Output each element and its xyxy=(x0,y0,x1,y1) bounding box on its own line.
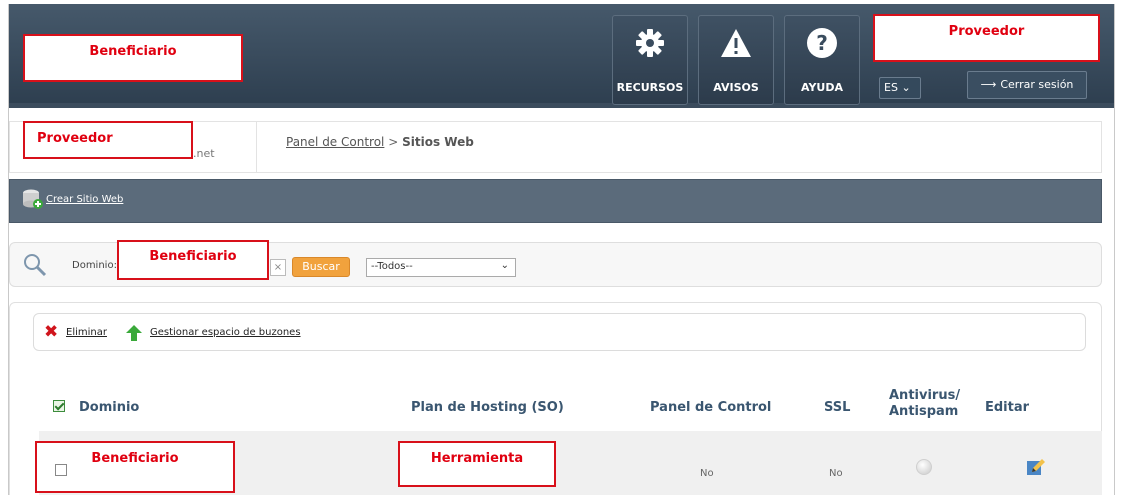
antivirus-status-icon xyxy=(916,459,932,475)
nav-recursos-button[interactable]: RECURSOS xyxy=(612,15,688,105)
breadcrumb-divider xyxy=(256,121,257,173)
svg-text:?: ? xyxy=(816,31,828,55)
logout-button[interactable]: ⟶ Cerrar sesión xyxy=(967,71,1087,99)
column-header-ssl: SSL xyxy=(824,400,851,415)
action-bar: Crear Sitio Web xyxy=(9,179,1102,223)
domain-label: Dominio: xyxy=(72,260,117,271)
column-header-edit: Editar xyxy=(985,400,1030,415)
breadcrumb-separator: > xyxy=(388,135,399,149)
plan-cell-annotation: Herramienta xyxy=(398,441,556,487)
nav-avisos-button[interactable]: AVISOS xyxy=(698,15,774,105)
beneficiary-annotation: Beneficiario xyxy=(23,34,243,82)
status-filter-select[interactable]: --Todos-- ⌄ xyxy=(366,258,516,277)
warning-icon xyxy=(721,29,751,57)
clear-search-button[interactable]: × xyxy=(270,259,286,276)
list-toolbar: ✖ Eliminar Gestionar espacio de buzones xyxy=(33,313,1086,351)
column-header-plan[interactable]: Plan de Hosting (SO) xyxy=(411,400,564,415)
row-checkbox[interactable] xyxy=(55,464,67,476)
language-value: ES xyxy=(884,81,898,94)
delete-link[interactable]: Eliminar xyxy=(66,327,107,338)
nav-label: AYUDA xyxy=(800,81,843,94)
filter-value: --Todos-- xyxy=(371,261,413,272)
breadcrumb: Panel de Control > Sitios Web xyxy=(286,135,474,149)
arrow-up-icon xyxy=(126,325,142,341)
create-website-icon xyxy=(23,189,43,209)
manage-mailbox-space-link[interactable]: Gestionar espacio de buzones xyxy=(150,327,301,338)
ssl-cell: No xyxy=(829,468,843,479)
search-input-annotation[interactable]: Beneficiario xyxy=(117,240,269,280)
nav-label: RECURSOS xyxy=(616,81,684,94)
delete-icon: ✖ xyxy=(44,322,59,342)
edit-icon[interactable] xyxy=(1024,456,1046,478)
create-website-link[interactable]: Crear Sitio Web xyxy=(46,194,123,205)
breadcrumb-current: Sitios Web xyxy=(402,135,474,149)
breadcrumb-link-panel[interactable]: Panel de Control xyxy=(286,135,384,149)
search-icon xyxy=(24,254,47,277)
chevron-down-icon: ⌄ xyxy=(901,81,911,94)
column-header-control-panel: Panel de Control xyxy=(650,400,772,415)
column-header-domain[interactable]: Dominio xyxy=(79,400,139,415)
language-select[interactable]: ES ⌄ xyxy=(879,77,921,99)
nav-label: AVISOS xyxy=(713,81,759,94)
search-button[interactable]: Buscar xyxy=(292,257,350,277)
nav-ayuda-button[interactable]: ? AYUDA xyxy=(784,15,860,105)
logout-icon: ⟶ xyxy=(980,78,997,91)
select-all-checkbox[interactable] xyxy=(53,400,65,412)
provider-annotation: Proveedor xyxy=(873,14,1100,62)
provider-logo-annotation: Proveedor xyxy=(23,121,193,159)
app-frame: Beneficiario RECURSOS AVISOS ? AYUDA Pro… xyxy=(8,4,1115,495)
gear-icon xyxy=(636,29,664,57)
logout-label: Cerrar sesión xyxy=(1000,78,1074,91)
help-icon: ? xyxy=(807,28,837,58)
column-header-antivirus: Antivirus/ Antispam xyxy=(889,388,961,419)
top-header: Beneficiario RECURSOS AVISOS ? AYUDA Pro… xyxy=(9,4,1114,108)
chevron-down-icon: ⌄ xyxy=(500,260,509,271)
control-panel-cell: No xyxy=(700,468,714,479)
domain-suffix: .net xyxy=(193,147,215,160)
